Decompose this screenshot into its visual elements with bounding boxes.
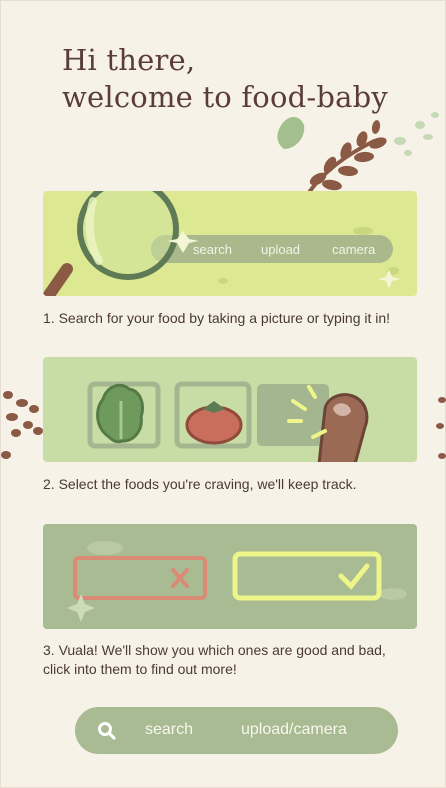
step-1-illustration: search upload camera (43, 191, 417, 296)
search-icon[interactable] (97, 721, 117, 741)
upload-camera-button[interactable]: upload/camera (241, 720, 347, 740)
pill-camera-label: camera (332, 242, 376, 257)
search-button[interactable]: search (145, 720, 193, 740)
leaf-scatter-right-icon (436, 397, 446, 459)
pill-upload-label: upload (261, 242, 300, 257)
step-2-illustration (43, 357, 417, 462)
title-line-2: welcome to food-baby (62, 80, 388, 114)
pill-search-label: search (193, 242, 232, 257)
leaf-scatter-left-icon (1, 391, 43, 459)
leaf-decoration-icon (277, 112, 439, 193)
step-2-caption: 2. Select the foods you're craving, we'l… (43, 476, 357, 492)
step-1-caption: 1. Search for your food by taking a pict… (43, 310, 391, 326)
page-title: Hi there, welcome to food-baby (62, 42, 388, 116)
title-line-1: Hi there, (62, 43, 196, 77)
bottom-action-bar: search upload/camera (75, 707, 398, 754)
step-3-illustration (43, 524, 417, 629)
lettuce-icon (96, 383, 144, 444)
step-3-caption: 3. Vuala! We'll show you which ones are … (43, 642, 386, 677)
